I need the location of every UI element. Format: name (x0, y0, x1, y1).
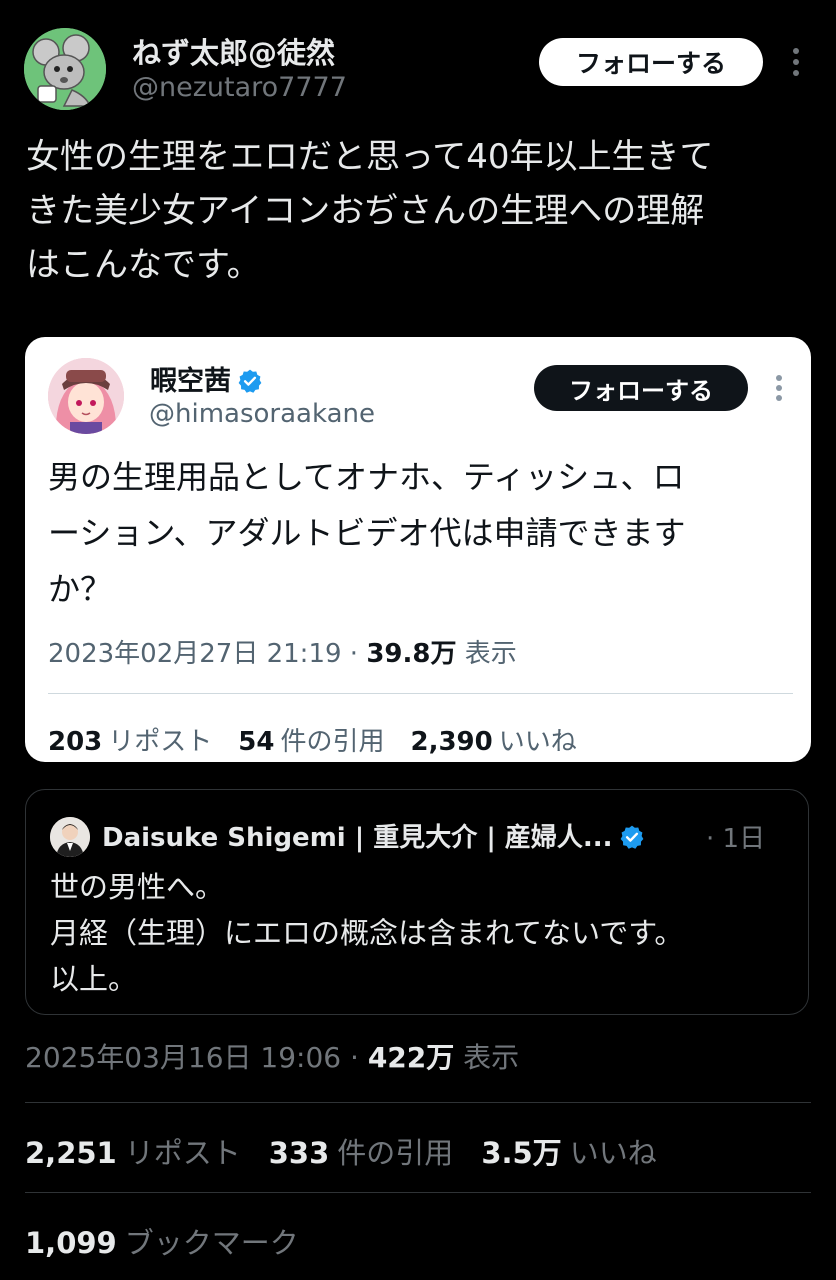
follow-button[interactable]: フォローする (539, 38, 763, 86)
embedded-tweet-text: 世の男性へ。 月経（生理）にエロの概念は含まれてないです。 以上。 (50, 870, 684, 996)
quoted-quotes-label[interactable]: 件の引用 (280, 727, 384, 757)
tweet-date[interactable]: 2025年03月16日 19:06 (25, 1041, 341, 1074)
quoted-likes-count[interactable]: 2,390 (411, 727, 493, 757)
quoted-reposts-label[interactable]: リポスト (108, 727, 212, 757)
embedded-author-avatar (50, 817, 90, 857)
author-name[interactable]: ねず太郎@徒然 (132, 30, 335, 72)
quotes-label[interactable]: 件の引用 (337, 1136, 453, 1170)
quoted-follow-button[interactable]: フォローする (534, 365, 748, 411)
anime-avatar-icon (48, 358, 124, 434)
embedded-quote-tweet[interactable]: Daisuke Shigemi | 重見大介 | 産婦人... · 1日 世の男… (25, 789, 809, 1015)
tweet-views: 422万 (367, 1041, 455, 1074)
bookmarks-count[interactable]: 1,099 (25, 1226, 117, 1260)
quoted-tweet-date[interactable]: 2023年02月27日 21:19 (48, 639, 342, 669)
quoted-more-options-icon[interactable] (769, 371, 789, 405)
quoted-divider (48, 693, 793, 694)
quotes-count[interactable]: 333 (269, 1136, 330, 1170)
likes-count[interactable]: 3.5万 (481, 1136, 561, 1170)
views-label: 表示 (463, 1041, 520, 1074)
tweet-text: 女性の生理をエロだと思って40年以上生きて きた美少女アイコンおぢさんの生理への… (26, 137, 714, 285)
bookmarks-label[interactable]: ブックマーク (125, 1226, 299, 1260)
person-avatar-icon (50, 817, 90, 857)
quoted-views-label: 表示 (464, 639, 517, 669)
verified-badge-icon (238, 369, 262, 393)
author-avatar[interactable] (24, 28, 106, 110)
likes-label[interactable]: いいね (570, 1136, 657, 1170)
tweet-meta: 2025年03月16日 19:06 · 422万 表示 (25, 1041, 520, 1074)
quoted-author-avatar[interactable] (48, 358, 124, 434)
quoted-tweet-meta: 2023年02月27日 21:19 · 39.8万 表示 (48, 639, 517, 669)
quoted-reposts-count[interactable]: 203 (48, 727, 102, 757)
more-options-icon[interactable] (786, 44, 806, 80)
mouse-avatar-icon (24, 28, 106, 110)
embedded-time: · 1日 (706, 824, 766, 854)
quoted-likes-label[interactable]: いいね (499, 727, 577, 757)
quoted-author-name[interactable]: 暇空茜 (150, 359, 263, 398)
quoted-tweet-views: 39.8万 (366, 639, 457, 669)
quoted-tweet-card[interactable]: 暇空茜 @himasoraakane フォローする 男の生理用品としてオナホ、テ… (25, 337, 811, 762)
bookmarks-stat[interactable]: 1,099 ブックマーク (25, 1220, 299, 1262)
divider (25, 1192, 811, 1193)
quoted-author-handle[interactable]: @himasoraakane (149, 399, 375, 429)
quoted-tweet-stats: 203 リポスト 54 件の引用 2,390 いいね (48, 721, 577, 758)
tweet-stats: 2,251 リポスト 333 件の引用 3.5万 いいね (25, 1130, 657, 1172)
author-handle[interactable]: @nezutaro7777 (132, 72, 347, 103)
quoted-quotes-count[interactable]: 54 (238, 727, 274, 757)
embedded-author-name: Daisuke Shigemi | 重見大介 | 産婦人... (102, 817, 645, 854)
divider (25, 1102, 811, 1103)
quoted-tweet-text: 男の生理用品としてオナホ、ティッシュ、ロ ーション、アダルトビデオ代は申請できま… (48, 458, 686, 608)
reposts-count[interactable]: 2,251 (25, 1136, 117, 1170)
verified-badge-icon (620, 825, 643, 849)
reposts-label[interactable]: リポスト (125, 1136, 241, 1170)
